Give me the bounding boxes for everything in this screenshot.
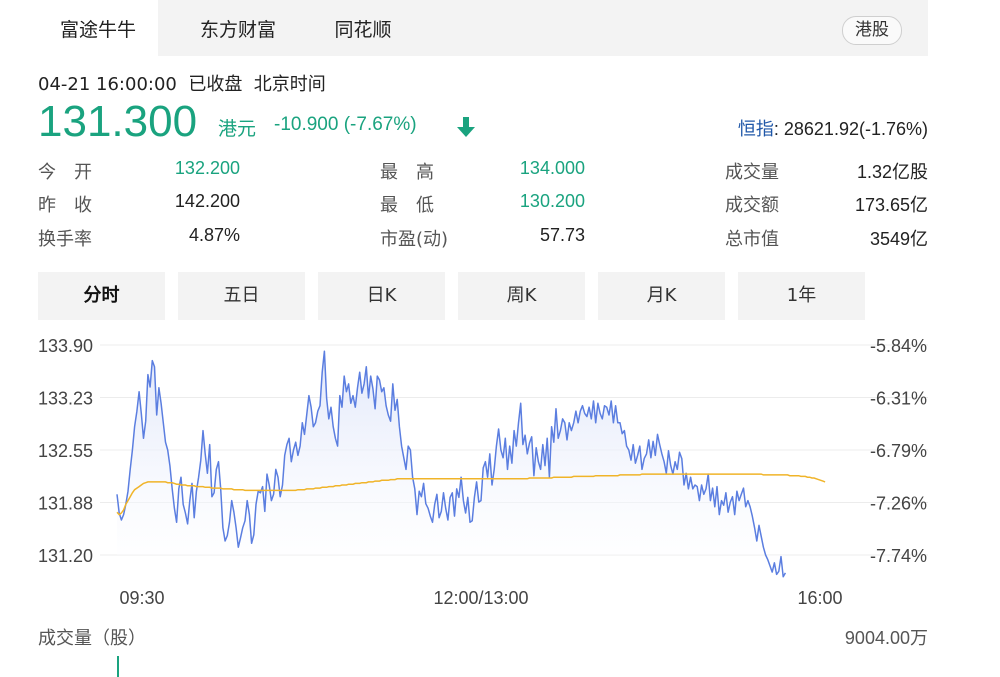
pct-tick-label: -5.84% xyxy=(870,336,927,356)
currency-unit: 港元 xyxy=(218,118,257,140)
stat-value-high: 134.000 xyxy=(519,158,585,178)
x-tick-label: 09:30 xyxy=(119,588,164,608)
y-tick-label: 131.20 xyxy=(38,546,93,566)
timezone: 北京时间 xyxy=(253,74,326,95)
y-tick-label: 131.88 xyxy=(38,494,93,514)
y-tick-label: 133.23 xyxy=(38,389,93,409)
intraday-chart[interactable]: 133.90 -5.84% 133.23 -6.31% 132.55 -6.79% 131.… xyxy=(0,325,1000,615)
stat-label-volume: 成交量 xyxy=(725,162,779,183)
x-tick-label: 16:00 xyxy=(797,588,842,608)
stat-label-turnover-rate: 换手率 xyxy=(38,229,92,250)
stat-label-prev-close: 昨 收 xyxy=(38,195,92,216)
stat-value-turnover-rate: 4.87% xyxy=(188,225,240,245)
period-tab-intraday[interactable]: 分时 xyxy=(38,272,165,320)
stat-value-low: 130.200 xyxy=(519,191,585,211)
volume-max: 9004.00万 xyxy=(844,628,928,648)
stat-value-mktcap: 3549亿 xyxy=(869,229,928,249)
market-badge[interactable]: 港股 xyxy=(842,16,902,45)
quote-timestamp: 04-21 16:00:00 已收盘 北京时间 xyxy=(38,70,326,96)
price-row: 131.300 港元 -10.900 (-7.67%) 恒指: 28621.92… xyxy=(38,97,928,147)
stat-label-low: 最 低 xyxy=(380,195,434,216)
period-tab-weekly-k[interactable]: 周K xyxy=(458,272,585,320)
volume-label: 成交量（股） xyxy=(38,628,146,649)
stat-label-open: 今 开 xyxy=(38,162,92,183)
current-price: 131.300 xyxy=(38,97,198,146)
timestamp: 04-21 16:00:00 xyxy=(38,74,177,95)
stats-grid: 今 开 132.200 昨 收 142.200 换手率 4.87% 最 高 13… xyxy=(38,158,928,258)
index-label[interactable]: 恒指 xyxy=(738,119,774,139)
tab-eastmoney[interactable]: 东方财富 xyxy=(178,0,298,56)
period-tab-daily-k[interactable]: 日K xyxy=(318,272,445,320)
period-tab-5day[interactable]: 五日 xyxy=(178,272,305,320)
market-status: 已收盘 xyxy=(188,74,243,95)
tab-futu[interactable]: 富途牛牛 xyxy=(38,0,158,56)
x-tick-label: 12:00/13:00 xyxy=(433,588,528,608)
pct-tick-label: -7.74% xyxy=(870,546,927,566)
index-value: : 28621.92(-1.76%) xyxy=(773,119,928,139)
stat-value-amount: 173.65亿 xyxy=(854,195,928,215)
pct-tick-label: -6.79% xyxy=(870,441,927,461)
down-arrow-icon xyxy=(457,117,475,137)
period-tabs: 分时 五日 日K 周K 月K 1年 xyxy=(38,272,868,320)
stat-label-mktcap: 总市值 xyxy=(725,229,779,250)
period-tab-1year[interactable]: 1年 xyxy=(738,272,865,320)
stat-label-high: 最 高 xyxy=(380,162,434,183)
y-tick-label: 132.55 xyxy=(38,441,93,461)
period-tab-monthly-k[interactable]: 月K xyxy=(598,272,725,320)
index-info[interactable]: 恒指: 28621.92(-1.76%) xyxy=(738,115,928,141)
stat-label-pe: 市盈(动) xyxy=(380,229,449,250)
stat-label-amount: 成交额 xyxy=(725,195,779,216)
stat-value-prev-close: 142.200 xyxy=(174,191,240,211)
pct-tick-label: -7.26% xyxy=(870,494,927,514)
source-tabbar: 富途牛牛 东方财富 同花顺 港股 xyxy=(38,0,928,56)
stat-value-volume: 1.32亿股 xyxy=(856,162,928,182)
tab-tonghuashun[interactable]: 同花顺 xyxy=(308,0,418,56)
volume-bar xyxy=(117,656,119,677)
stat-value-open: 132.200 xyxy=(174,158,240,178)
price-change: -10.900 (-7.67%) xyxy=(274,114,417,135)
stat-value-pe: 57.73 xyxy=(539,225,585,245)
y-tick-label: 133.90 xyxy=(38,336,93,356)
pct-tick-label: -6.31% xyxy=(870,389,927,409)
